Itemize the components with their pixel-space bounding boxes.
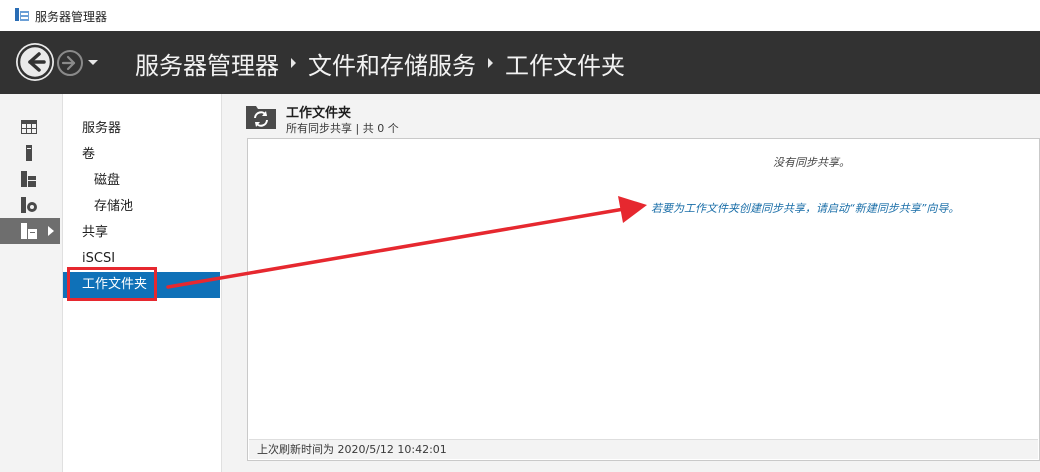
breadcrumb-item-file-storage[interactable]: 文件和存储服务 <box>308 46 476 81</box>
rail-item-all-servers[interactable] <box>0 166 60 192</box>
back-button[interactable] <box>16 43 54 81</box>
history-dropdown-icon[interactable] <box>86 55 100 69</box>
window-title: 服务器管理器 <box>35 10 108 24</box>
breadcrumb-separator-icon <box>291 58 296 68</box>
icon-rail <box>0 94 63 472</box>
empty-message: 没有同步共享。 <box>773 156 850 169</box>
main-content: 工作文件夹 所有同步共享 | 共 0 个 没有同步共享。 若要为工作文件夹创建同… <box>222 94 1040 472</box>
breadcrumb-separator-icon <box>488 58 493 68</box>
arrow-left-icon <box>17 44 53 80</box>
local-server-icon <box>26 145 32 161</box>
nav-item-iscsi[interactable]: iSCSI <box>63 246 220 272</box>
rail-item-local-server[interactable] <box>0 140 60 166</box>
sync-shares-panel: 没有同步共享。 若要为工作文件夹创建同步共享，请启动“新建同步共享”向导。 上次… <box>247 138 1040 461</box>
last-refresh-text: 上次刷新时间为 2020/5/12 10:42:01 <box>257 443 447 456</box>
rail-item-dashboard[interactable] <box>0 114 60 140</box>
sync-folder-icon <box>246 106 276 129</box>
rail-item-file-storage[interactable] <box>0 218 60 244</box>
breadcrumb-item-work-folders[interactable]: 工作文件夹 <box>505 46 625 81</box>
dashboard-icon <box>21 120 37 134</box>
nav-item-storage-pools[interactable]: 存储池 <box>63 194 220 220</box>
rail-item-file-server[interactable] <box>0 192 60 218</box>
file-server-icon <box>21 197 37 213</box>
server-manager-icon <box>15 8 29 21</box>
arrow-right-icon <box>61 55 76 71</box>
section-title: 工作文件夹 <box>286 106 352 121</box>
all-servers-icon <box>21 171 36 187</box>
expand-arrow-icon <box>48 226 54 236</box>
nav-item-disks[interactable]: 磁盘 <box>63 168 220 194</box>
nav-item-shares[interactable]: 共享 <box>63 220 220 246</box>
breadcrumb: 服务器管理器 文件和存储服务 工作文件夹 <box>135 46 625 81</box>
header-bar: 服务器管理器 文件和存储服务 工作文件夹 <box>0 31 1040 94</box>
nav-item-work-folders[interactable]: 工作文件夹 <box>63 272 220 298</box>
section-subtitle: 所有同步共享 | 共 0 个 <box>286 122 399 135</box>
nav-item-volumes[interactable]: 卷 <box>63 142 220 168</box>
sub-navigation: 服务器 卷 磁盘 存储池 共享 iSCSI 工作文件夹 <box>63 94 222 472</box>
file-storage-icon <box>21 223 37 239</box>
title-bar: 服务器管理器 <box>0 0 1040 31</box>
status-bar: 上次刷新时间为 2020/5/12 10:42:01 <box>249 439 1038 459</box>
new-sync-share-wizard-link[interactable]: 若要为工作文件夹创建同步共享，请启动“新建同步共享”向导。 <box>651 200 959 216</box>
forward-button[interactable] <box>57 50 83 76</box>
breadcrumb-item-server-manager[interactable]: 服务器管理器 <box>135 46 279 81</box>
nav-item-servers[interactable]: 服务器 <box>63 116 220 142</box>
